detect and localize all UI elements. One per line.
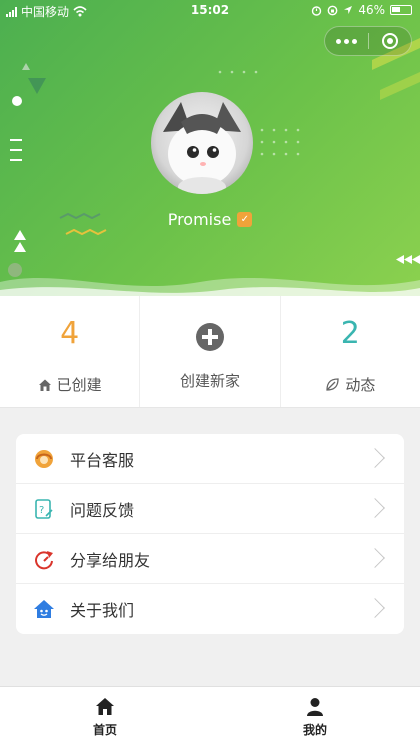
menu-label-feedback: 问题反馈 [70,500,135,520]
leaf-icon [326,378,339,391]
menu-label-share: 分享给朋友 [70,550,151,570]
settings-menu: 平台客服 ? 问题反馈 分享给朋友 关于我们 [16,434,404,634]
status-right: 46% [311,3,412,17]
miniprogram-capsule [324,26,412,56]
home-icon [38,379,51,391]
tab-mine-label: 我的 [302,723,327,737]
tab-mine[interactable]: 我的 [210,687,420,747]
menu-label-about: 关于我们 [70,601,135,620]
create-new-home-label-row: 创建新家 [140,370,279,391]
status-bar: 中国移动 15:02 46% [0,0,420,22]
location-icon [344,6,353,14]
stat-create-new-home[interactable]: 创建新家 [140,296,281,407]
verified-badge-icon: ✓ [237,212,253,227]
chevron-right-icon [365,448,385,468]
profile-header: 中国移动 15:02 46% Promise ✓ [0,0,420,300]
more-options-icon[interactable] [325,26,368,56]
battery-percent: 46% [358,3,385,17]
stat-activity[interactable]: 2 动态 [281,296,420,407]
menu-label-customer-service: 平台客服 [70,450,135,470]
home-tab-icon [96,698,114,715]
activity-count: 2 [340,316,360,351]
created-label: 已创建 [56,376,102,394]
menu-item-feedback[interactable]: ? 问题反馈 [16,484,404,534]
activity-label: 动态 [345,376,376,394]
bottom-tab-bar: 首页 我的 [0,686,420,747]
user-tab-icon [307,698,323,716]
close-miniprogram-button[interactable] [369,26,411,56]
svg-text:?: ? [39,505,44,516]
created-count: 4 [60,316,80,351]
menu-item-about[interactable]: 关于我们 [16,584,404,634]
chevron-right-icon [365,598,385,618]
username-row: Promise ✓ [0,210,420,229]
tab-home-label: 首页 [92,723,117,737]
chevron-right-icon [365,498,385,518]
created-label-row: 已创建 [0,374,139,395]
chevron-right-icon [365,548,385,568]
create-new-home-label: 创建新家 [179,372,240,390]
feedback-icon: ? [32,497,56,521]
lock-rotation-icon [327,5,338,15]
username: Promise [167,210,232,229]
cartoon-cat-icon [163,102,241,194]
customer-service-icon [32,447,56,471]
menu-item-share[interactable]: 分享给朋友 [16,534,404,584]
avatar[interactable] [151,92,253,194]
stats-panel: 4 已创建 创建新家 2 动态 [0,296,420,408]
activity-label-row: 动态 [281,374,420,395]
battery-icon [390,5,412,15]
close-circle-icon [381,33,398,49]
stat-created[interactable]: 4 已创建 [0,296,141,407]
alarm-icon [312,5,322,16]
menu-item-customer-service[interactable]: 平台客服 [16,434,404,484]
tab-home[interactable]: 首页 [0,687,210,747]
share-icon [32,547,56,571]
plus-circle-icon [195,323,224,351]
about-house-icon [32,597,56,621]
